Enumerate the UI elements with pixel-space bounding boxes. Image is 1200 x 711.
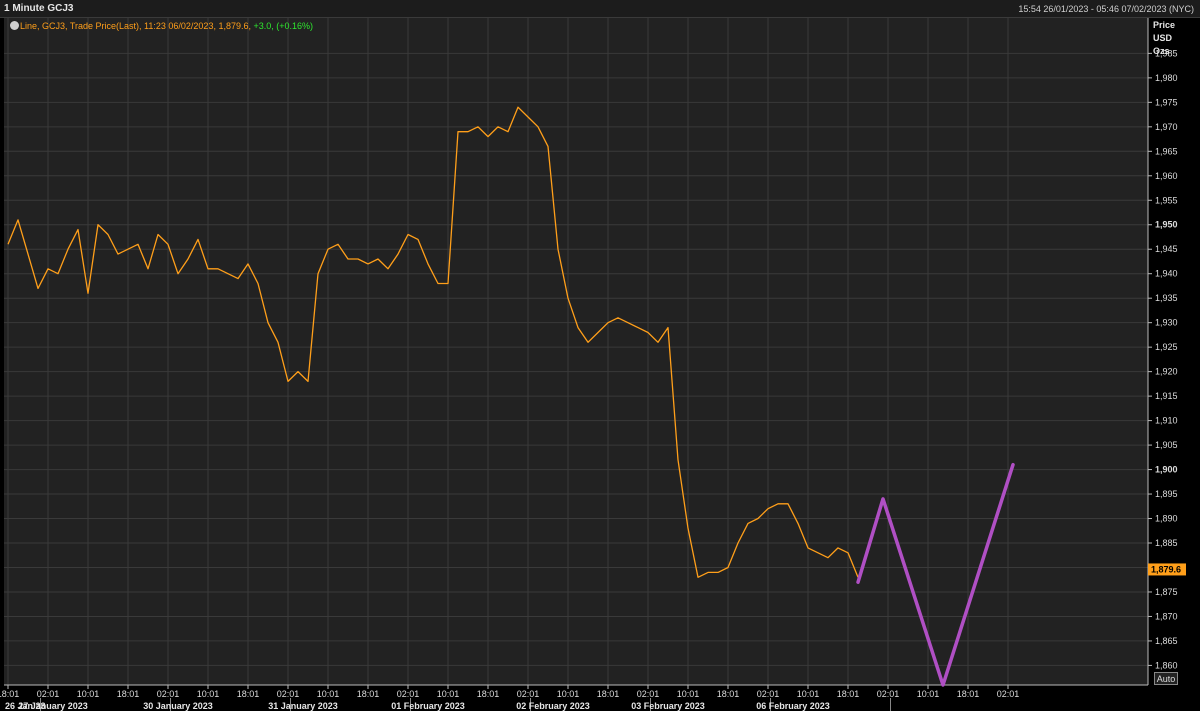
y-tick-label: 1,890 <box>1155 514 1178 524</box>
y-tick-label: 1,965 <box>1155 146 1178 156</box>
x-tick-label: 02:01 <box>37 689 60 699</box>
y-tick-label: 1,920 <box>1155 367 1178 377</box>
x-tick-label: 10:01 <box>677 689 700 699</box>
y-tick-label: 1,950 <box>1155 220 1178 230</box>
y-tick-label: 1,865 <box>1155 636 1178 646</box>
x-tick-label: 02:01 <box>157 689 180 699</box>
x-tick-label: 02:01 <box>637 689 660 699</box>
date-label: 01 February 2023 <box>391 701 465 711</box>
y-tick-label: 1,925 <box>1155 342 1178 352</box>
x-tick-label: 18:01 <box>717 689 740 699</box>
legend-text: Line, GCJ3, Trade Price(Last), 11:23 06/… <box>20 21 251 31</box>
y-tick-label: 1,930 <box>1155 318 1178 328</box>
x-tick-label: 18:01 <box>957 689 980 699</box>
x-tick-label: 10:01 <box>317 689 340 699</box>
y-tick-label: 1,980 <box>1155 73 1178 83</box>
axis-header-line3: Ozs <box>1153 46 1170 56</box>
x-tick-label: 10:01 <box>557 689 580 699</box>
date-label: 27 January 2023 <box>18 701 88 711</box>
x-tick-label: 18:01 <box>357 689 380 699</box>
x-tick-label: 10:01 <box>77 689 100 699</box>
last-value-label: 1,879.6 <box>1151 564 1181 574</box>
last-value-marker: 1,879.6 <box>1148 563 1186 576</box>
x-tick-label: 10:01 <box>917 689 940 699</box>
legend-change: +3.0, (+0.16%) <box>253 21 314 31</box>
y-tick-label: 1,975 <box>1155 97 1178 107</box>
x-tick-label: 02:01 <box>277 689 300 699</box>
time-range-label: 15:54 26/01/2023 - 05:46 07/02/2023 (NYC… <box>1018 4 1194 14</box>
y-tick-label: 1,860 <box>1155 660 1178 670</box>
y-tick-label: 1,910 <box>1155 416 1178 426</box>
y-tick-label: 1,915 <box>1155 391 1178 401</box>
x-tick-label: 18:01 <box>0 689 19 699</box>
x-axis: 18:01 02:01 10:01 18:01 02:01 10:01 18:01 02:01… <box>0 684 1148 711</box>
x-tick-label: 18:01 <box>477 689 500 699</box>
axis-header-line2: USD <box>1153 33 1173 43</box>
y-tick-label: 1,905 <box>1155 440 1178 450</box>
x-tick-label: 10:01 <box>437 689 460 699</box>
x-tick-label: 18:01 <box>237 689 260 699</box>
x-tick-label: 18:01 <box>117 689 140 699</box>
y-tick-label: 1,960 <box>1155 171 1178 181</box>
x-tick-label: 02:01 <box>397 689 420 699</box>
x-tick-label: 02:01 <box>517 689 540 699</box>
y-tick-label: 1,935 <box>1155 293 1178 303</box>
axis-header-line1: Price <box>1153 20 1176 30</box>
date-label: 30 January 2023 <box>143 701 213 711</box>
price-chart[interactable]: 18:01 02:01 10:01 18:01 02:01 10:01 18:01 02:01… <box>0 18 1200 711</box>
y-tick-label: 1,900 <box>1155 465 1178 475</box>
y-axis: 1,8601,8651,8701,8751,8801,8851,8901,895… <box>1147 18 1178 685</box>
date-label: 31 January 2023 <box>268 701 338 711</box>
x-tick-label: 18:01 <box>597 689 620 699</box>
x-tick-label: 10:01 <box>797 689 820 699</box>
x-tick-label: 02:01 <box>997 689 1020 699</box>
x-tick-label: 10:01 <box>197 689 220 699</box>
x-tick-label: 02:01 <box>877 689 900 699</box>
date-label: 06 February 2023 <box>756 701 830 711</box>
x-tick-label: 02:01 <box>757 689 780 699</box>
y-tick-label: 1,875 <box>1155 587 1178 597</box>
y-tick-label: 1,945 <box>1155 244 1178 254</box>
date-label: 03 February 2023 <box>631 701 705 711</box>
auto-scale-button[interactable]: Auto <box>1154 672 1178 685</box>
y-tick-label: 1,870 <box>1155 611 1178 621</box>
x-tick-label: 18:01 <box>837 689 860 699</box>
y-tick-label: 1,885 <box>1155 538 1178 548</box>
date-label: 02 February 2023 <box>516 701 590 711</box>
y-tick-label: 1,895 <box>1155 489 1178 499</box>
y-tick-label: 1,940 <box>1155 269 1178 279</box>
chart-title: 1 Minute GCJ3 <box>4 3 74 14</box>
axis-header: Price USD Ozs <box>1153 19 1175 58</box>
series-legend[interactable]: Line, GCJ3, Trade Price(Last), 11:23 06/… <box>10 21 313 31</box>
y-tick-label: 1,970 <box>1155 122 1178 132</box>
chart-options-icon[interactable] <box>10 21 19 30</box>
y-tick-label: 1,955 <box>1155 195 1178 205</box>
title-bar: 1 Minute GCJ3 15:54 26/01/2023 - 05:46 0… <box>0 0 1200 18</box>
